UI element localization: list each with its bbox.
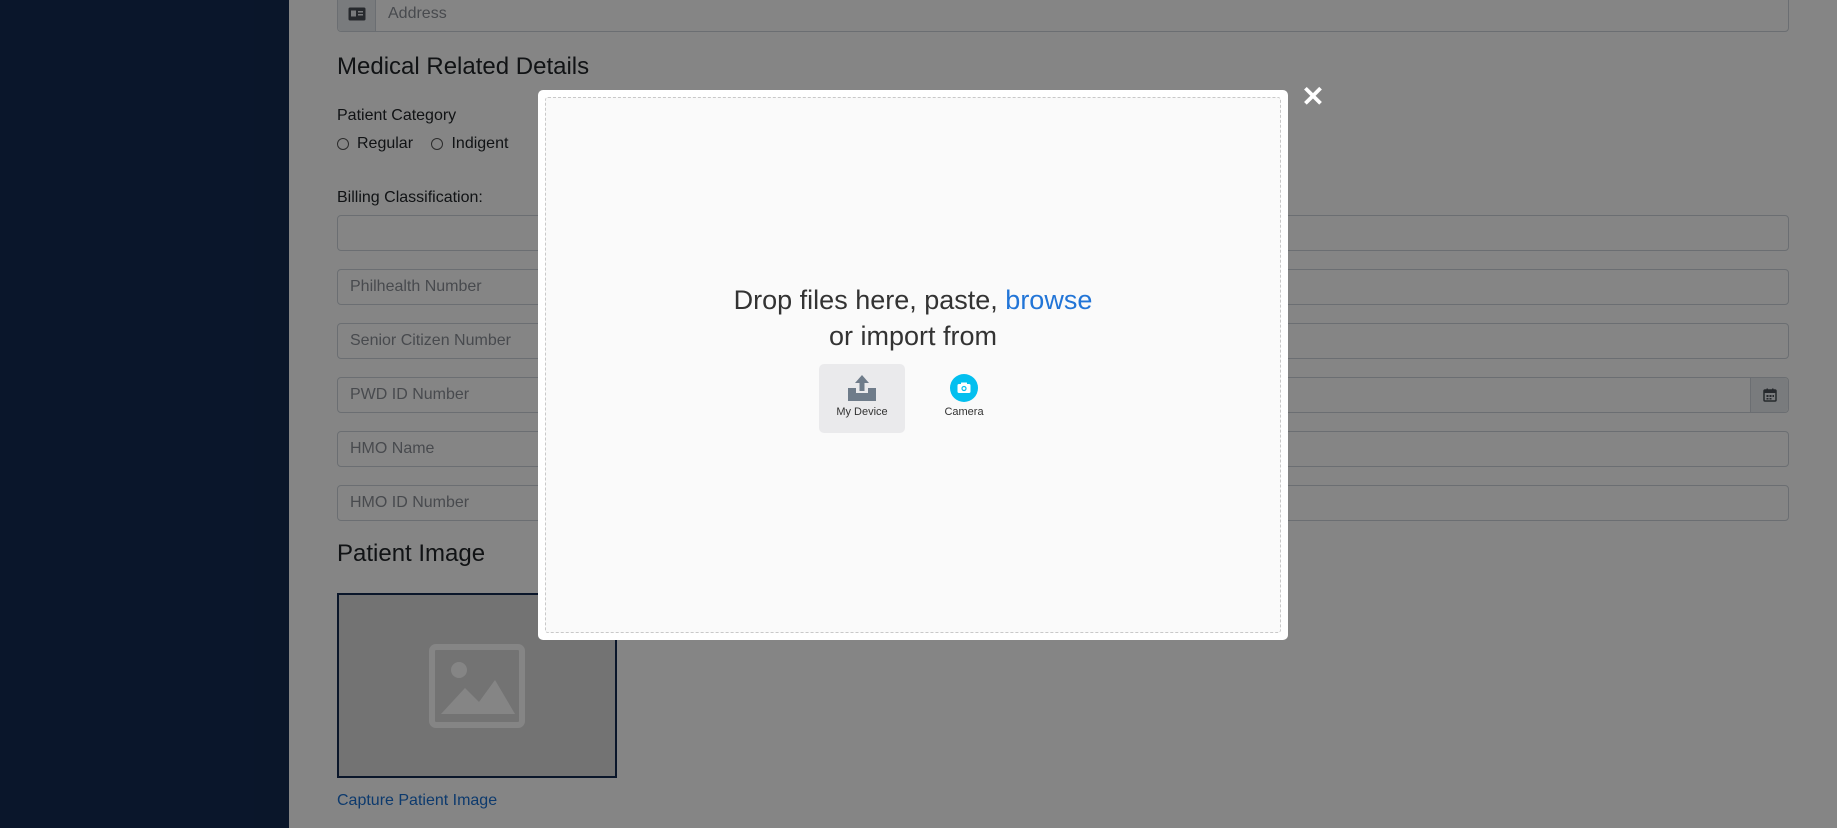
browse-link[interactable]: browse [1005, 285, 1092, 315]
drop-instructions: Drop files here, paste, browse or import… [733, 285, 1093, 351]
camera-icon [950, 374, 978, 402]
close-icon[interactable]: ✕ [1301, 83, 1325, 111]
my-device-icon [848, 375, 876, 401]
import-sources: My Device Camera [546, 364, 1280, 433]
my-device-button[interactable]: My Device [819, 364, 905, 433]
camera-button[interactable]: Camera [921, 364, 1007, 433]
upload-modal: Drop files here, paste, browse or import… [538, 90, 1288, 640]
file-dropzone[interactable]: Drop files here, paste, browse or import… [545, 97, 1281, 633]
